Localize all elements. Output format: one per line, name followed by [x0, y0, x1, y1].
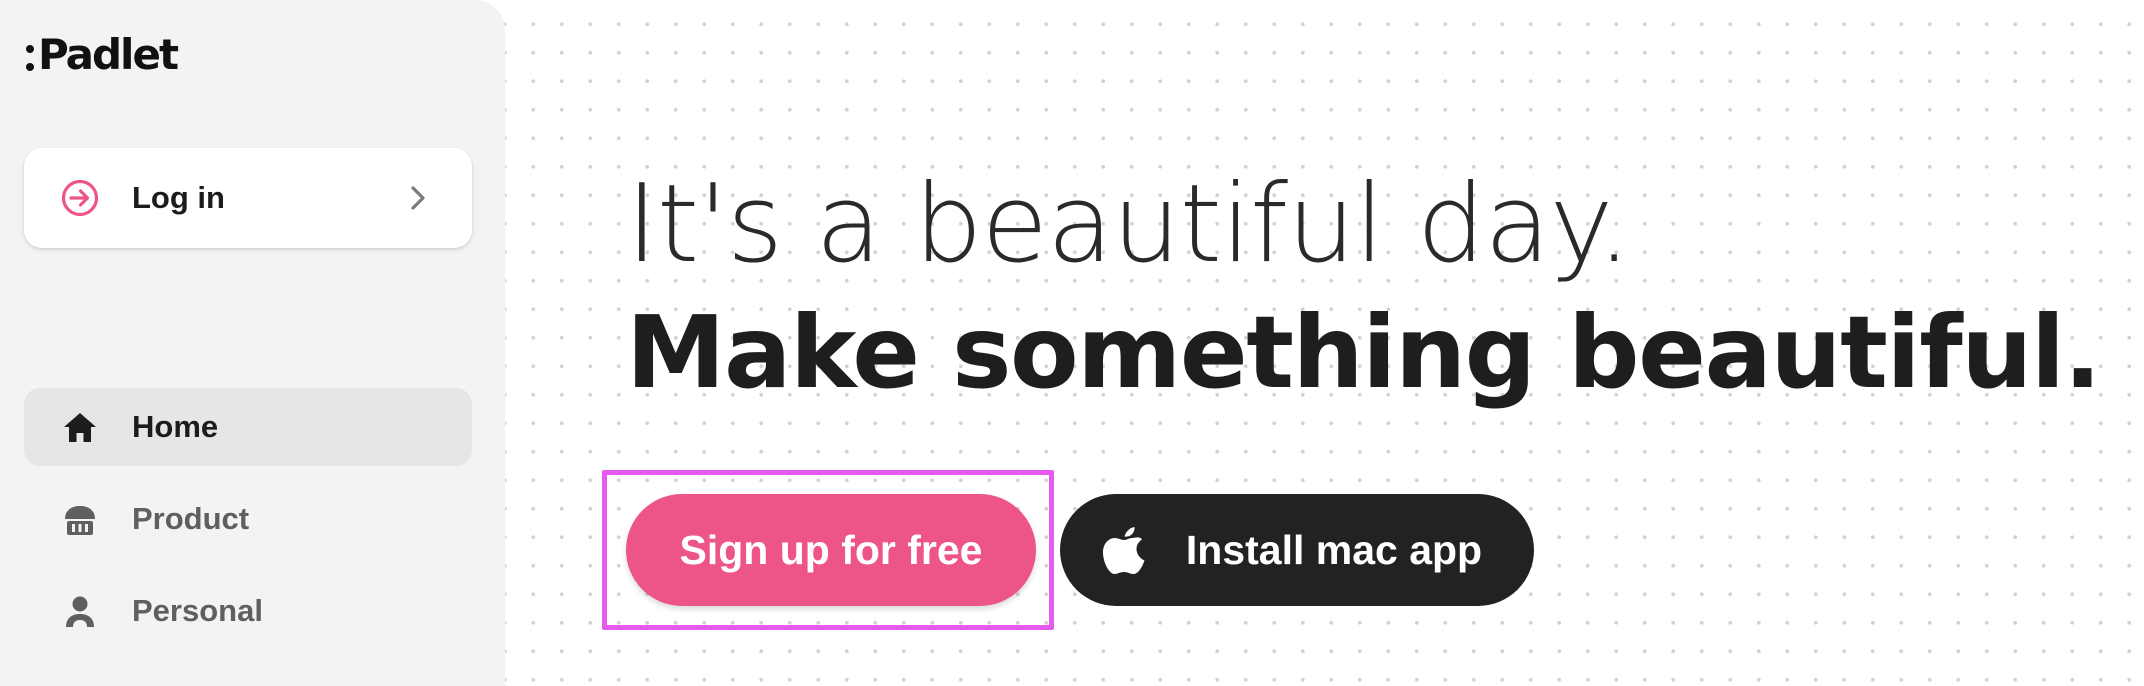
cupcake-icon	[65, 506, 95, 535]
padlet-logo[interactable]: Padlet	[26, 28, 179, 80]
home-icon	[64, 413, 96, 442]
sidebar-item-label: Personal	[132, 593, 263, 628]
logo-colon-mark	[26, 45, 34, 71]
signup-button[interactable]: Sign up for free	[626, 494, 1036, 606]
logo-text: Padlet	[38, 29, 179, 79]
headline-line-2: Make something beautiful.	[626, 294, 2102, 411]
app-window: Padlet Log in Home Product Personal It's…	[0, 0, 2144, 686]
sidebar-item-personal[interactable]: Personal	[24, 572, 472, 650]
login-button[interactable]: Log in	[24, 148, 472, 248]
install-mac-app-label: Install mac app	[1185, 526, 1483, 573]
signup-button-label: Sign up for free	[679, 526, 983, 573]
headline-line-1: It's a beautiful day.	[626, 162, 1631, 287]
sidebar: Padlet Log in Home Product Personal	[0, 0, 505, 686]
sidebar-item-home[interactable]: Home	[24, 388, 472, 466]
sidebar-item-label: Product	[132, 501, 250, 536]
install-mac-app-button[interactable]: Install mac app	[1060, 494, 1534, 606]
sidebar-nav: Home Product Personal	[24, 388, 472, 664]
apple-icon	[1102, 527, 1145, 574]
sidebar-item-label: Home	[132, 409, 219, 444]
arrow-right-circle-icon	[61, 179, 99, 217]
sidebar-item-product[interactable]: Product	[24, 480, 472, 558]
person-icon	[66, 596, 94, 627]
login-label: Log in	[132, 180, 225, 215]
chevron-right-icon	[411, 186, 425, 210]
